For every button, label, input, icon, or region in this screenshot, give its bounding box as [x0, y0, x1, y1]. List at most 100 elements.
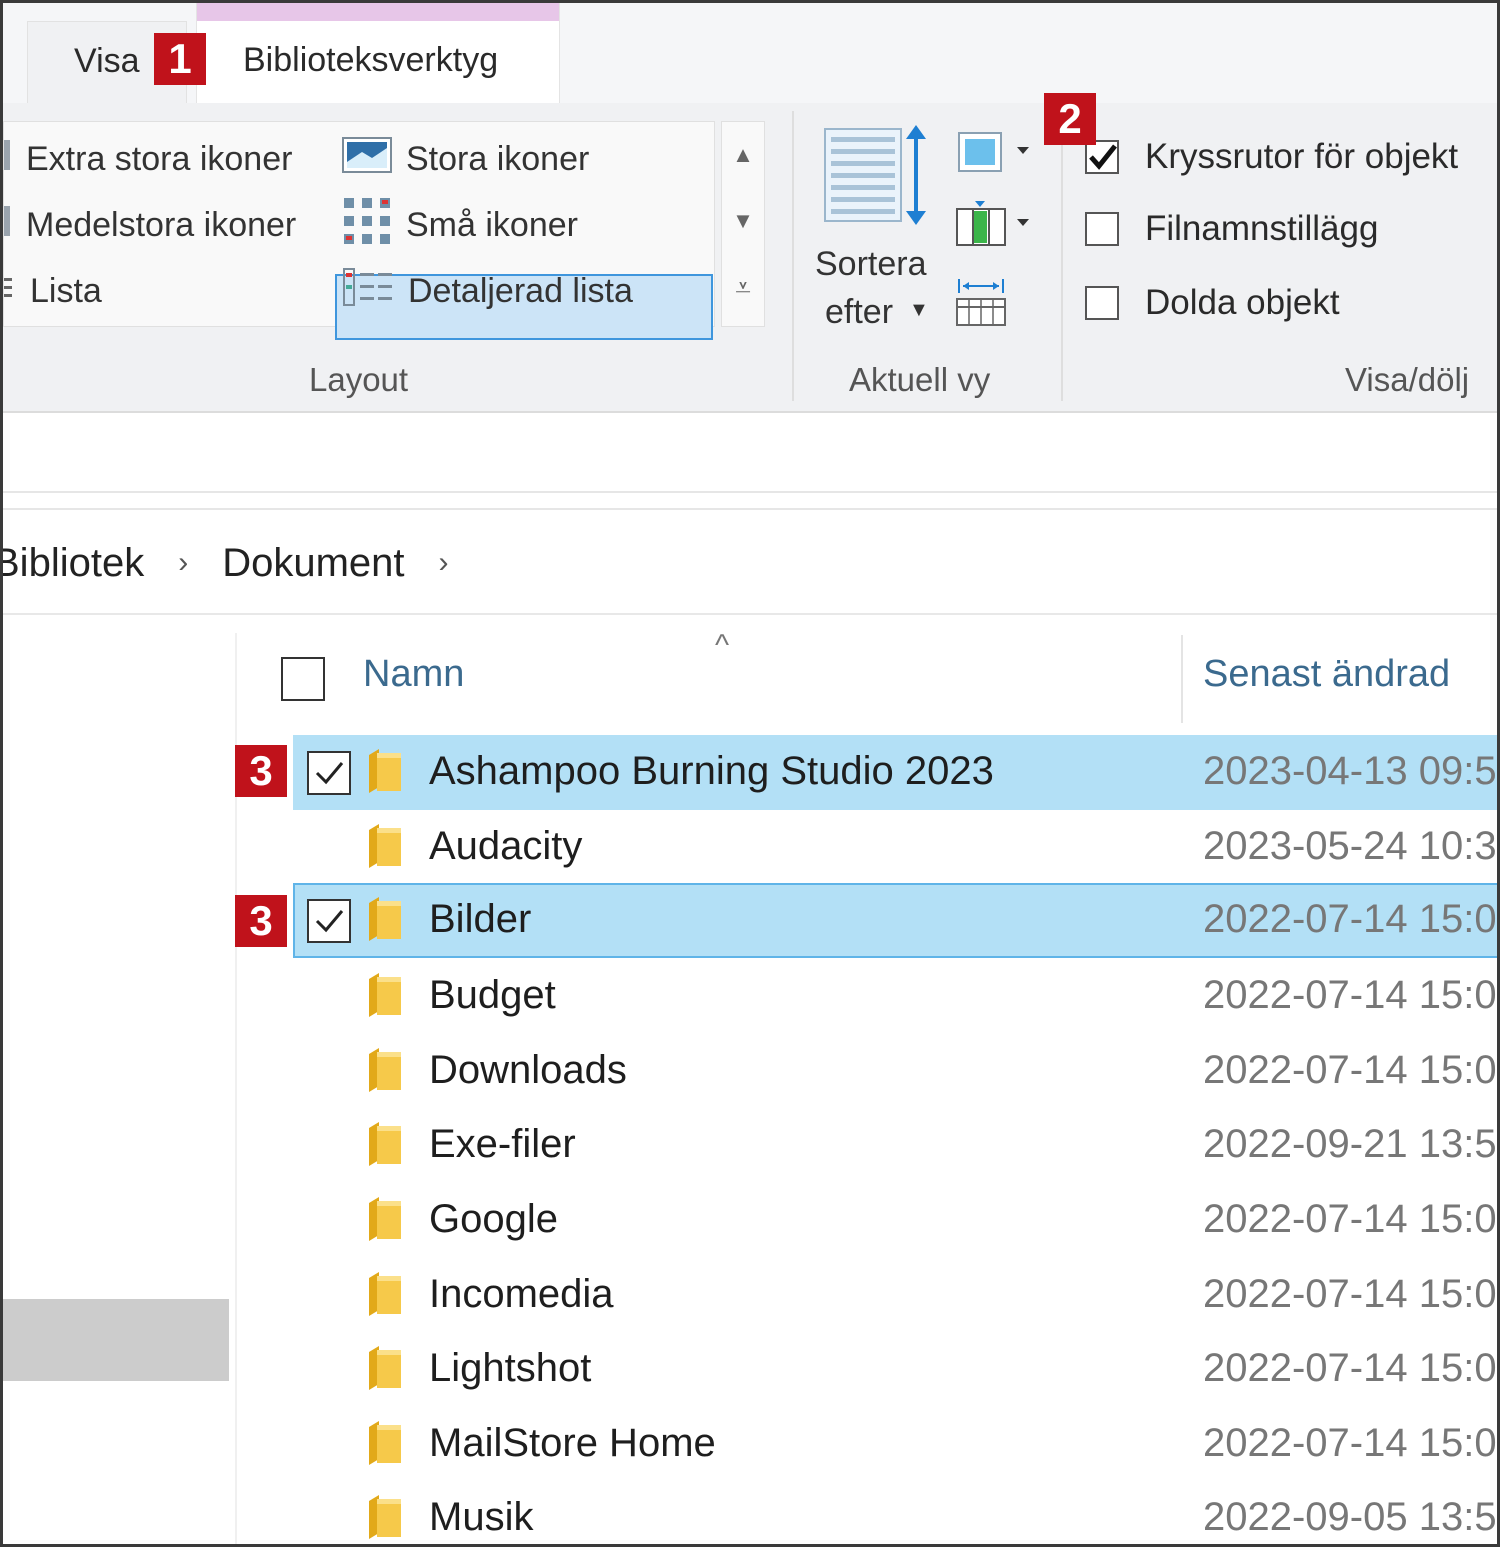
file-name: Audacity: [429, 824, 583, 868]
nav-pane-selected-item[interactable]: [3, 1299, 229, 1381]
folder-icon: [365, 1493, 405, 1544]
file-date-modified: 2022-07-14 15:0: [1203, 1048, 1497, 1092]
file-row[interactable]: Exe-filer 2022-09-21 13:5: [293, 1108, 1497, 1183]
layout-gallery-scroller: ▲ ▼ ⩡: [721, 121, 765, 327]
column-header-modified[interactable]: Senast ändrad: [1203, 653, 1450, 696]
file-date-modified: 2023-05-24 10:3: [1203, 824, 1497, 868]
layout-details-label: Detaljerad lista: [408, 271, 633, 310]
folder-icon: [365, 971, 405, 1024]
breadcrumb-separator-icon[interactable]: ›: [439, 546, 449, 580]
file-row[interactable]: MailStore Home 2022-07-14 15:0: [293, 1407, 1497, 1482]
file-date-modified: 2022-07-14 15:0: [1203, 1197, 1497, 1241]
file-name: MailStore Home: [429, 1421, 716, 1465]
size-columns-to-fit-button[interactable]: [955, 273, 1011, 329]
large-icons-icon: [342, 136, 392, 183]
file-row[interactable]: Downloads 2022-07-14 15:0: [293, 1034, 1497, 1109]
row-checkbox[interactable]: [307, 751, 351, 795]
gallery-scroll-up-icon[interactable]: ▲: [722, 142, 764, 168]
file-row[interactable]: Musik 2022-09-05 13:5: [293, 1481, 1497, 1544]
hidden-items-checkbox[interactable]: [1085, 286, 1119, 320]
details-list-icon: [342, 265, 394, 318]
contextual-tab-color-bar: [197, 3, 559, 21]
option-item-checkboxes[interactable]: Kryssrutor för objekt: [1085, 137, 1458, 177]
file-row[interactable]: Google 2022-07-14 15:0: [293, 1183, 1497, 1258]
folder-icon: [365, 1120, 405, 1173]
ribbon-tab-strip: Visa Biblioteksverktyg 1: [3, 3, 1497, 105]
option-hidden-items[interactable]: Dolda objekt: [1085, 283, 1340, 323]
breadcrumb-separator-icon[interactable]: ›: [178, 546, 188, 580]
checkmark-icon: [315, 762, 344, 785]
option-file-extensions[interactable]: Filnamnstillägg: [1085, 209, 1378, 249]
file-date-modified: 2022-09-05 13:5: [1203, 1495, 1497, 1539]
file-date-modified: 2023-04-13 09:5: [1203, 749, 1497, 793]
file-date-modified: 2022-07-14 15:0: [1203, 897, 1497, 941]
callout-badge-3: 3: [235, 895, 287, 947]
file-row[interactable]: Lightshot 2022-07-14 15:0: [293, 1332, 1497, 1407]
layout-medium-icons-label: Medelstora ikoner: [26, 205, 297, 244]
file-date-modified: 2022-07-14 15:0: [1203, 1272, 1497, 1316]
gallery-scroll-down-icon[interactable]: ▼: [722, 208, 764, 234]
file-extensions-label: Filnamnstillägg: [1145, 209, 1379, 248]
column-resize-handle[interactable]: [1181, 635, 1183, 723]
divider: [3, 491, 1497, 493]
file-row[interactable]: Ashampoo Burning Studio 2023 2023-04-13 …: [293, 735, 1497, 810]
gallery-expand-icon[interactable]: ⩡: [722, 272, 764, 305]
tab-biblioteksverktyg-label: Biblioteksverktyg: [243, 41, 499, 79]
sort-by-label-line1: Sortera: [815, 245, 927, 283]
layout-extra-large-icons[interactable]: Extra stora ikoner: [4, 130, 292, 188]
layout-list[interactable]: Lista: [4, 262, 102, 320]
tab-biblioteksverktyg[interactable]: Biblioteksverktyg: [196, 3, 560, 105]
file-name: Budget: [429, 973, 556, 1017]
file-name: Exe-filer: [429, 1122, 576, 1166]
medium-icons-icon: [4, 204, 12, 247]
file-row[interactable]: Bilder 2022-07-14 15:0: [293, 883, 1497, 958]
folder-icon: [365, 1344, 405, 1397]
file-row[interactable]: Audacity 2023-05-24 10:3: [293, 810, 1497, 885]
layout-medium-icons[interactable]: Medelstora ikoner: [4, 196, 296, 254]
extra-large-icons-icon: [4, 138, 12, 181]
file-explorer-window: Visa Biblioteksverktyg 1 Extra stora iko…: [0, 0, 1500, 1547]
folder-icon: [365, 1195, 405, 1248]
layout-details[interactable]: Detaljerad lista: [342, 262, 633, 320]
ribbon-view-panel: Extra stora ikoner Medelstora ikoner Lis…: [3, 103, 1497, 413]
callout-badge-3: 3: [235, 745, 287, 797]
group-separator: [792, 111, 794, 401]
group-label-current-view: Aktuell vy: [849, 361, 991, 398]
file-row[interactable]: Incomedia 2022-07-14 15:0: [293, 1258, 1497, 1333]
column-header-name[interactable]: Namn: [363, 653, 464, 696]
breadcrumb-item-bibliotek[interactable]: Bibliotek: [3, 541, 144, 586]
list-icon: [4, 270, 16, 313]
small-icons-icon: [342, 196, 392, 255]
breadcrumb: Bibliotek › Dokument ›: [3, 533, 483, 593]
add-columns-icon: [955, 201, 1035, 253]
file-name: Bilder: [429, 897, 532, 941]
file-row[interactable]: Budget 2022-07-14 15:0: [293, 959, 1497, 1034]
sort-by-label-line2: efter: [825, 293, 894, 331]
file-date-modified: 2022-07-14 15:0: [1203, 973, 1497, 1017]
select-all-checkbox[interactable]: [281, 657, 325, 701]
size-columns-to-fit-icon: [955, 279, 1011, 333]
breadcrumb-item-dokument[interactable]: Dokument: [222, 541, 404, 586]
file-name: Downloads: [429, 1048, 627, 1092]
add-columns-button[interactable]: [955, 199, 1035, 247]
layout-gallery: Extra stora ikoner Medelstora ikoner Lis…: [3, 121, 715, 340]
sort-by-dropdown-icon[interactable]: ▼: [909, 299, 929, 322]
row-checkbox[interactable]: [307, 899, 351, 943]
sort-by-button[interactable]: [821, 123, 939, 233]
file-name: Ashampoo Burning Studio 2023: [429, 749, 994, 793]
folder-icon: [365, 747, 405, 800]
file-extensions-checkbox[interactable]: [1085, 212, 1119, 246]
file-name: Google: [429, 1197, 558, 1241]
file-name: Incomedia: [429, 1272, 614, 1316]
folder-icon: [365, 822, 405, 875]
item-checkboxes-checkbox[interactable]: [1085, 140, 1119, 174]
group-separator: [1061, 111, 1063, 401]
group-by-button[interactable]: [955, 129, 1035, 173]
layout-large-icons[interactable]: Stora ikoner: [342, 130, 589, 188]
folder-icon: [365, 1270, 405, 1323]
layout-small-icons-label: Små ikoner: [406, 205, 578, 244]
folder-icon: [365, 1419, 405, 1472]
layout-small-icons[interactable]: Små ikoner: [342, 196, 578, 254]
layout-list-label: Lista: [30, 271, 102, 310]
divider: [3, 508, 1497, 510]
